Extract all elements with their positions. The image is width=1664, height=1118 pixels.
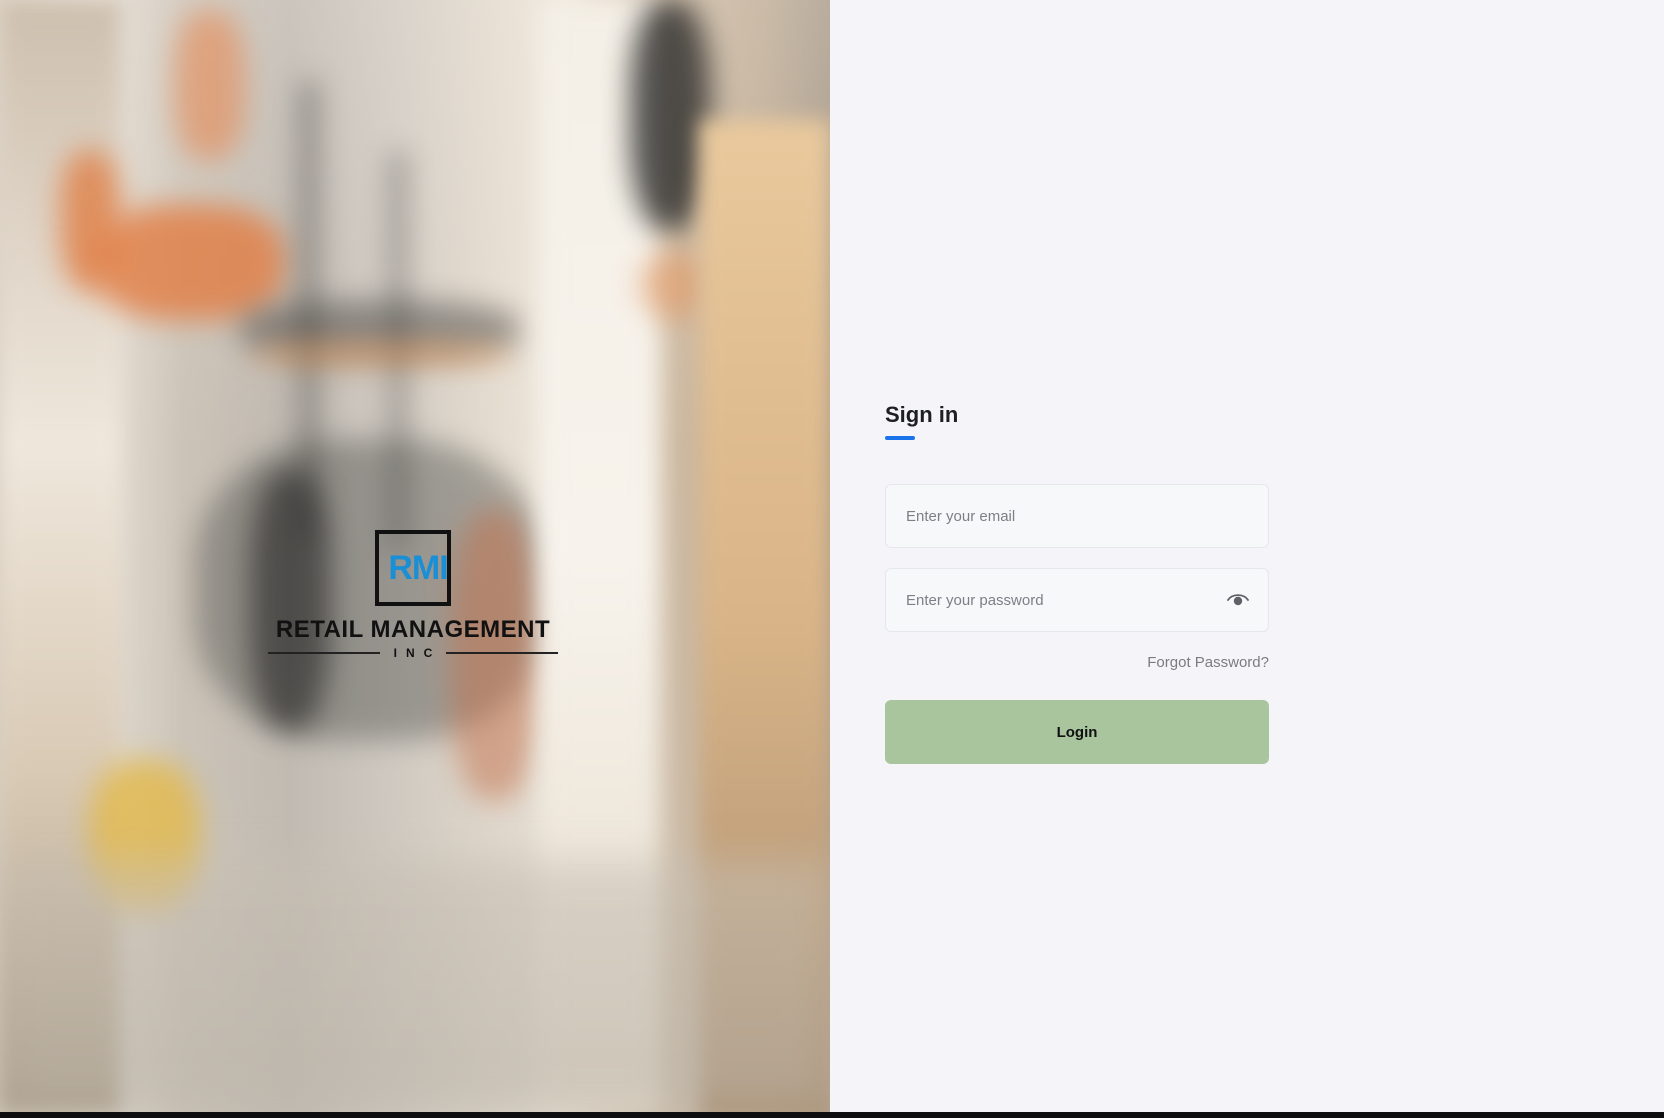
sign-in-form: Sign in Forgot Password? Login bbox=[885, 402, 1269, 764]
login-button[interactable]: Login bbox=[885, 700, 1269, 764]
brand-name: RETAIL MANAGEMENT bbox=[275, 616, 551, 643]
logo-mark-text: RMI bbox=[388, 548, 448, 587]
hero-background-image: RMI RETAIL MANAGEMENT INC bbox=[0, 0, 830, 1112]
forgot-password-link[interactable]: Forgot Password? bbox=[1147, 654, 1269, 671]
brand-sub-line: INC bbox=[268, 644, 558, 662]
page-title: Sign in bbox=[885, 402, 959, 427]
forgot-row: Forgot Password? bbox=[885, 654, 1269, 672]
logo-square: RMI bbox=[375, 530, 451, 606]
sign-in-panel: Sign in Forgot Password? Login bbox=[830, 0, 1664, 1112]
title-accent-bar bbox=[885, 436, 915, 440]
password-input[interactable] bbox=[886, 569, 1268, 631]
brand-logo: RMI RETAIL MANAGEMENT INC bbox=[268, 530, 558, 662]
email-field-wrapper bbox=[885, 484, 1269, 548]
password-field-wrapper bbox=[885, 568, 1269, 632]
login-page: RMI RETAIL MANAGEMENT INC Sign in Enter … bbox=[0, 0, 1664, 1112]
eye-icon[interactable] bbox=[1226, 591, 1250, 609]
email-input[interactable] bbox=[886, 485, 1268, 547]
brand-sub: INC bbox=[393, 646, 442, 660]
